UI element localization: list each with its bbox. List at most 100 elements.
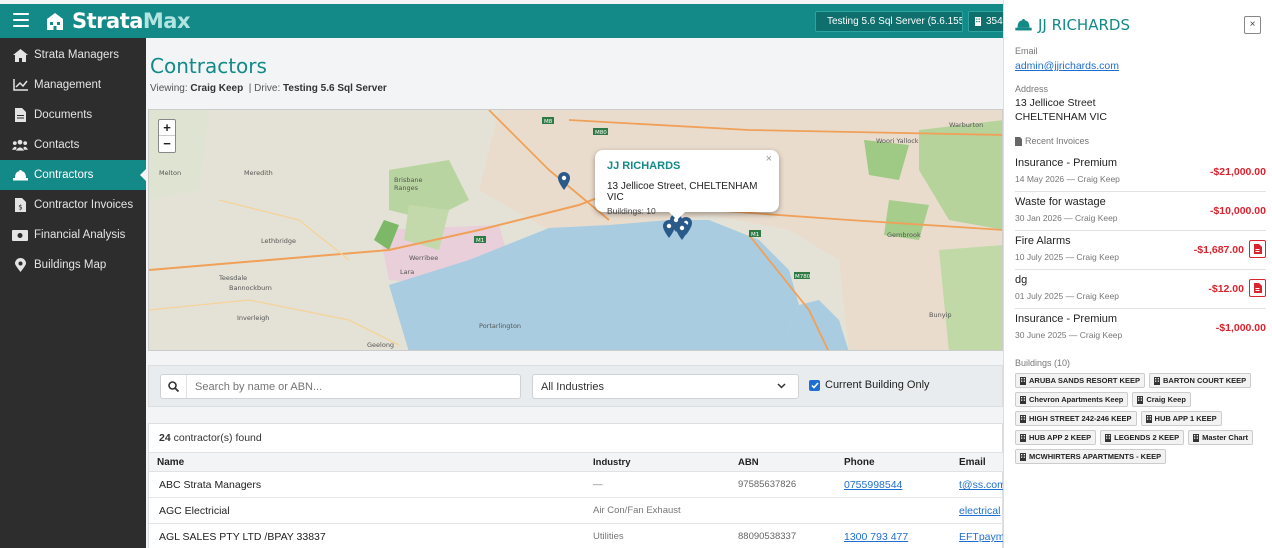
svg-text:M8: M8 <box>544 119 553 125</box>
cell-email-link[interactable]: electrical <box>959 498 1003 524</box>
sidebar-item-contractor-invoices[interactable]: $ Contractor Invoices <box>0 190 146 220</box>
building-tag[interactable]: BARTON COURT KEEP <box>1148 373 1252 388</box>
building-icon <box>1153 376 1160 385</box>
viewing-value: Craig Keep <box>190 83 244 94</box>
page-title: Contractors <box>150 54 267 78</box>
money-icon <box>12 228 28 242</box>
recent-invoices-label: Recent Invoices <box>1025 136 1090 146</box>
current-building-checkbox[interactable] <box>809 379 820 391</box>
sidebar-item-label: Contacts <box>34 139 80 151</box>
header-abn[interactable]: ABN <box>738 453 828 473</box>
invoice-item[interactable]: Waste for wastage 30 Jan 2026 — Craig Ke… <box>1015 192 1266 231</box>
building-tag-label: MCWHIRTERS APARTMENTS - KEEP <box>1029 452 1162 461</box>
svg-text:M1: M1 <box>751 232 759 238</box>
file-icon <box>1015 136 1022 146</box>
address-line1: 13 Jellicoe Street <box>1015 97 1096 109</box>
cell-email-link[interactable]: EFTpaym <box>959 524 1003 548</box>
building-tag[interactable]: Craig Keep <box>1132 392 1191 407</box>
sidebar-item-documents[interactable]: Documents <box>0 100 146 130</box>
drive-label: | Drive: <box>248 83 281 94</box>
building-tag-label: Chevron Apartments Keep <box>1029 395 1124 404</box>
search-icon[interactable] <box>161 375 187 398</box>
viewing-label: Viewing: <box>150 83 188 94</box>
building-tag-label: ARUBA SANDS RESORT KEEP <box>1029 376 1140 385</box>
logo-text-max: Max <box>142 9 191 33</box>
zoom-out-button[interactable]: − <box>159 136 175 152</box>
sidebar-item-buildings-map[interactable]: Buildings Map <box>0 250 146 280</box>
building-tag[interactable]: MCWHIRTERS APARTMENTS - KEEP <box>1015 449 1167 464</box>
building-tag[interactable]: HIGH STREET 242-246 KEEP <box>1015 411 1137 426</box>
building-tag[interactable]: Master Chart <box>1188 430 1253 445</box>
invoice-subtitle: 30 June 2025 — Craig Keep <box>1015 330 1123 340</box>
popup-title: JJ RICHARDS <box>607 160 681 172</box>
current-building-toggle[interactable]: Current Building Only <box>809 379 930 391</box>
invoice-item[interactable]: dg 01 July 2025 — Craig Keep -$12.00 <box>1015 270 1266 309</box>
invoice-title: Insurance - Premium <box>1015 157 1118 169</box>
header-name[interactable]: Name <box>157 453 577 473</box>
sidebar: Strata Managers Management Documents Con… <box>0 38 146 548</box>
svg-text:Ranges: Ranges <box>394 184 419 192</box>
contractor-detail-panel: JJ RICHARDS × Email admin@jjrichards.com… <box>1003 0 1272 548</box>
building-tag[interactable]: ARUBA SANDS RESORT KEEP <box>1015 373 1145 388</box>
contractors-map[interactable]: Meredith Lethbridge Teesdale Bannockburn… <box>148 109 1003 351</box>
building-tag[interactable]: Chevron Apartments Keep <box>1015 392 1129 407</box>
svg-text:Werribee: Werribee <box>409 254 438 262</box>
building-tag[interactable]: HUB APP 1 KEEP <box>1140 411 1222 426</box>
sidebar-item-label: Management <box>34 79 102 91</box>
pdf-button[interactable] <box>1249 279 1266 297</box>
header-email[interactable]: Email <box>959 453 1003 473</box>
server-dropdown[interactable]: Testing 5.6 Sql Server (5.6.155) ▾ <box>815 11 963 32</box>
building-dropdown[interactable]: 354 <box>968 11 1008 32</box>
svg-text:Lara: Lara <box>400 268 414 276</box>
map-tiles[interactable]: Meredith Lethbridge Teesdale Bannockburn… <box>149 110 1003 351</box>
header-industry[interactable]: Industry <box>593 453 723 473</box>
table-row[interactable]: ABC Strata Managers — 97585637826 075599… <box>149 472 1003 498</box>
cell-industry: Air Con/Fan Exhaust <box>593 505 681 516</box>
building-tag-label: BARTON COURT KEEP <box>1162 376 1247 385</box>
invoice-amount: -$1,000.00 <box>1215 322 1266 334</box>
pdf-button[interactable] <box>1249 240 1266 258</box>
sidebar-item-label: Contractors <box>34 169 94 181</box>
sidebar-item-contractors[interactable]: Contractors <box>0 160 146 190</box>
search-input[interactable] <box>195 380 495 393</box>
invoice-icon: $ <box>12 198 28 212</box>
cell-phone-link[interactable]: 1300 793 477 <box>844 524 944 548</box>
address-line2: CHELTENHAM VIC <box>1015 111 1107 123</box>
building-tag[interactable]: HUB APP 2 KEEP <box>1015 430 1097 445</box>
popup-buildings: Buildings: 10 <box>607 206 656 216</box>
email-link[interactable]: admin@jjrichards.com <box>1015 60 1119 72</box>
building-tags: ARUBA SANDS RESORT KEEP BARTON COURT KEE… <box>1015 373 1265 468</box>
sidebar-item-contacts[interactable]: Contacts <box>0 130 146 160</box>
building-tag-label: Craig Keep <box>1146 395 1186 404</box>
invoice-item[interactable]: Insurance - Premium 30 June 2025 — Craig… <box>1015 309 1266 348</box>
svg-text:Meredith: Meredith <box>244 169 273 177</box>
cell-phone-link[interactable]: 0755998544 <box>844 472 944 498</box>
table-row[interactable]: AGC Electricial Air Con/Fan Exhaust elec… <box>149 498 1003 524</box>
home-icon <box>12 48 28 62</box>
industry-select-value: All Industries <box>541 381 604 393</box>
cell-abn: 88090538337 <box>738 531 797 542</box>
stratamax-logo[interactable]: StrataMax <box>44 9 191 33</box>
sidebar-item-management[interactable]: Management <box>0 70 146 100</box>
cell-email-link[interactable]: t@ss.com <box>959 472 1003 498</box>
popup-close-button[interactable]: × <box>766 153 772 165</box>
contractors-table: 24 contractor(s) found Name Industry ABN… <box>148 423 1003 548</box>
invoice-item[interactable]: Insurance - Premium 14 May 2026 — Craig … <box>1015 153 1266 192</box>
industry-select[interactable]: All Industries <box>532 374 799 399</box>
header-phone[interactable]: Phone <box>844 453 944 473</box>
popup-address: 13 Jellicoe Street, CHELTENHAM VIC <box>607 181 758 203</box>
invoice-item[interactable]: Fire Alarms 10 July 2025 — Craig Keep -$… <box>1015 231 1266 270</box>
zoom-in-button[interactable]: + <box>159 120 175 136</box>
hamburger-menu-icon[interactable] <box>13 13 29 27</box>
building-icon <box>1020 414 1026 423</box>
sidebar-item-financial-analysis[interactable]: Financial Analysis <box>0 220 146 250</box>
table-row[interactable]: AGL SALES PTY LTD /BPAY 33837 Utilities … <box>149 524 1003 548</box>
map-marker-icon <box>12 258 28 272</box>
sidebar-item-strata-managers[interactable]: Strata Managers <box>0 40 146 70</box>
invoice-subtitle: 14 May 2026 — Craig Keep <box>1015 174 1120 184</box>
building-tag[interactable]: LEGENDS 2 KEEP <box>1100 430 1185 445</box>
panel-close-button[interactable]: × <box>1244 16 1261 34</box>
building-icon <box>1193 433 1200 442</box>
sidebar-item-label: Documents <box>34 109 93 121</box>
pdf-icon <box>1254 244 1262 254</box>
